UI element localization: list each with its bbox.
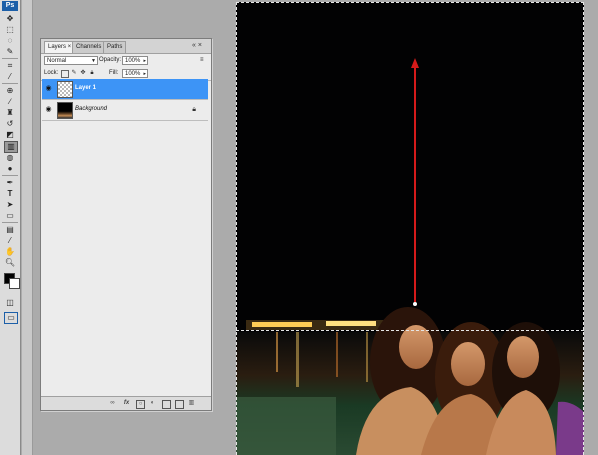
zoom-tool-icon[interactable]: 🔍︎: [4, 258, 16, 268]
layer-mask-icon[interactable]: ○: [136, 400, 145, 409]
path-selection-tool-icon[interactable]: ➤: [4, 200, 16, 210]
magic-wand-tool-icon[interactable]: ✎: [4, 47, 16, 57]
selection-marquee-right: [583, 2, 584, 455]
lock-icon: 🔒︎: [192, 106, 196, 113]
tab-layers[interactable]: Layers ×: [44, 41, 76, 53]
opacity-field[interactable]: 100% ▸: [122, 56, 148, 65]
history-brush-tool-icon[interactable]: ↺: [4, 119, 16, 129]
eyedropper-tool-2-icon[interactable]: ⁄: [4, 236, 16, 246]
gradient-tool-icon[interactable]: ▥: [4, 141, 18, 153]
group-icon[interactable]: [162, 400, 171, 409]
layer-thumbnail: [57, 81, 73, 98]
photoshop-logo: Ps: [2, 1, 18, 11]
selection-marquee-left: [236, 2, 237, 455]
marquee-tool-icon[interactable]: ⬚: [4, 25, 16, 35]
document-canvas[interactable]: [236, 2, 584, 455]
canvas-image: [236, 2, 584, 455]
lock-position-icon[interactable]: ✥: [80, 70, 86, 76]
screen-mode-icon[interactable]: ▭: [4, 312, 18, 324]
panel-collapse-close-icons[interactable]: « ×: [192, 41, 202, 51]
panel-footer: ∞ fx ○ ◐ ▥: [41, 396, 211, 410]
chevron-right-icon: ▸: [143, 58, 146, 64]
delete-layer-icon[interactable]: ▥: [188, 400, 195, 407]
tools-panel: Ps ✥ ⬚ ◌ ✎ ⌗ ⁄ ⊕ ∕ ♜ ↺ ◩ ▥ ◍ ● ✒ T ➤ ▭ ▤…: [0, 0, 21, 455]
opacity-value: 100%: [125, 58, 141, 64]
eye-icon[interactable]: ◉: [44, 84, 53, 93]
panel-menu-icon[interactable]: ≡: [200, 56, 204, 65]
chevron-right-icon: ▸: [143, 71, 146, 77]
layer-row-layer-1[interactable]: ◉ Layer 1: [42, 79, 208, 100]
opacity-label: Opacity:: [99, 57, 122, 63]
fill-label: Fill:: [109, 70, 119, 76]
layer-name[interactable]: Layer 1: [75, 84, 96, 93]
background-color-swatch[interactable]: [9, 278, 20, 289]
selection-marquee-top: [236, 2, 584, 3]
fx-icon[interactable]: fx: [123, 400, 130, 407]
fill-field[interactable]: 100% ▸: [122, 69, 148, 78]
notes-tool-icon[interactable]: ▤: [4, 225, 16, 235]
lock-transparent-icon[interactable]: [61, 70, 69, 78]
type-tool-icon[interactable]: T: [4, 189, 16, 199]
eye-icon[interactable]: ◉: [44, 105, 53, 114]
tab-paths[interactable]: Paths: [103, 41, 127, 53]
pen-tool-icon[interactable]: ✒: [4, 178, 16, 188]
tool-strip-divider: [22, 0, 33, 455]
chevron-down-icon: ▼: [91, 58, 96, 64]
panel-tab-bar: Layers × Channels Paths « ×: [41, 39, 211, 54]
quick-mask-icon[interactable]: ◫: [4, 298, 16, 308]
adjustment-layer-icon[interactable]: ◐: [149, 400, 156, 407]
lock-label: Lock:: [44, 70, 59, 76]
crop-tool-icon[interactable]: ⌗: [4, 61, 16, 71]
shape-tool-icon[interactable]: ▭: [4, 211, 16, 221]
tab-channels[interactable]: Channels: [72, 41, 106, 53]
lasso-tool-icon[interactable]: ◌: [4, 36, 16, 46]
new-layer-icon[interactable]: [175, 400, 184, 409]
eyedropper-tool-icon[interactable]: ⁄: [4, 72, 16, 82]
healing-brush-tool-icon[interactable]: ⊕: [4, 86, 16, 96]
eraser-tool-icon[interactable]: ◩: [4, 130, 16, 140]
layer-thumbnail: [57, 102, 73, 119]
blend-mode-value: Normal: [47, 58, 67, 64]
selection-marquee-bottom: [236, 330, 584, 331]
blur-tool-icon[interactable]: ◍: [4, 153, 16, 163]
brush-tool-icon[interactable]: ∕: [4, 97, 16, 107]
move-tool-icon[interactable]: ✥: [4, 14, 16, 24]
hand-tool-icon[interactable]: ✋: [4, 247, 16, 257]
clone-stamp-tool-icon[interactable]: ♜: [4, 108, 16, 118]
blend-mode-select[interactable]: Normal ▼: [44, 56, 98, 65]
lock-pixels-icon[interactable]: ✎: [71, 70, 77, 76]
fill-value: 100%: [125, 71, 141, 77]
blend-row: Normal ▼ Opacity: 100% ▸ ≡: [41, 54, 211, 67]
lock-all-icon[interactable]: 🔒︎: [89, 70, 95, 76]
link-layers-icon[interactable]: ∞: [109, 400, 116, 407]
layers-panel: Layers × Channels Paths « × Normal ▼ Opac…: [40, 38, 212, 411]
layer-row-background[interactable]: ◉ Background 🔒︎: [42, 100, 208, 121]
layer-name[interactable]: Background: [75, 105, 107, 114]
gradient-start-point: [413, 302, 417, 306]
dodge-tool-icon[interactable]: ●: [4, 164, 16, 174]
